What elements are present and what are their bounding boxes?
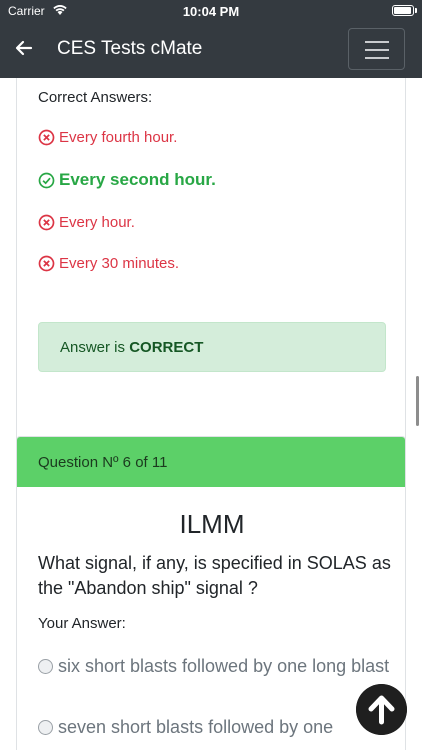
answer-text: Every second hour. bbox=[59, 170, 216, 189]
hamburger-menu-button[interactable] bbox=[348, 28, 405, 70]
answer-option-correct: Every second hour. bbox=[38, 170, 216, 190]
answer-text: Every 30 minutes. bbox=[59, 255, 180, 272]
battery-tip bbox=[415, 8, 417, 13]
answer-option-radio[interactable]: six short blasts followed by one long bl… bbox=[38, 651, 393, 681]
result-alert: Answer is CORRECT bbox=[38, 322, 386, 372]
status-bar: Carrier 10:04 PM bbox=[0, 0, 422, 22]
correct-answers-label: Correct Answers: bbox=[38, 89, 153, 106]
answer-option-radio[interactable]: seven short blasts followed by one bbox=[38, 712, 393, 742]
answer-text: Every fourth hour. bbox=[59, 129, 178, 146]
arrow-left-icon[interactable] bbox=[12, 36, 36, 60]
your-answer-label: Your Answer: bbox=[38, 615, 126, 632]
clock: 10:04 PM bbox=[182, 4, 240, 19]
battery-icon bbox=[392, 5, 414, 16]
option-text: six short blasts followed by one long bl… bbox=[58, 656, 390, 676]
answer-option: Every hour. bbox=[38, 214, 135, 231]
answer-text: Every hour. bbox=[59, 214, 135, 231]
arrow-up-circle-icon[interactable] bbox=[356, 684, 407, 735]
app-title: CES Tests cMate bbox=[57, 38, 203, 59]
radio-button[interactable] bbox=[38, 659, 53, 674]
option-text: seven short blasts followed by one bbox=[58, 717, 334, 737]
question-text: What signal, if any, is specified in SOL… bbox=[38, 553, 391, 598]
scroll-content[interactable]: Correct Answers: Every fourth hour. Ever… bbox=[0, 78, 422, 750]
previous-question-card: Correct Answers: Every fourth hour. Ever… bbox=[16, 78, 406, 496]
answer-option: Every 30 minutes. bbox=[38, 255, 179, 272]
radio-button[interactable] bbox=[38, 720, 53, 735]
hamburger-menu-icon bbox=[365, 41, 389, 43]
check-circle-icon bbox=[38, 172, 55, 188]
navbar: CES Tests cMate bbox=[0, 22, 422, 78]
question-header: Question Nº 6 of 11 bbox=[17, 437, 405, 487]
x-circle-icon bbox=[38, 129, 55, 146]
x-circle-icon bbox=[38, 214, 55, 231]
answer-option: Every fourth hour. bbox=[38, 129, 177, 146]
current-question-card: Question Nº 6 of 11 ILMM What signal, if… bbox=[16, 436, 406, 750]
scrollbar-thumb[interactable] bbox=[416, 376, 419, 426]
result-prefix: Answer is bbox=[60, 339, 130, 356]
result-value: CORRECT bbox=[129, 339, 204, 356]
x-circle-icon bbox=[38, 255, 55, 272]
question-category: ILMM bbox=[179, 509, 245, 539]
